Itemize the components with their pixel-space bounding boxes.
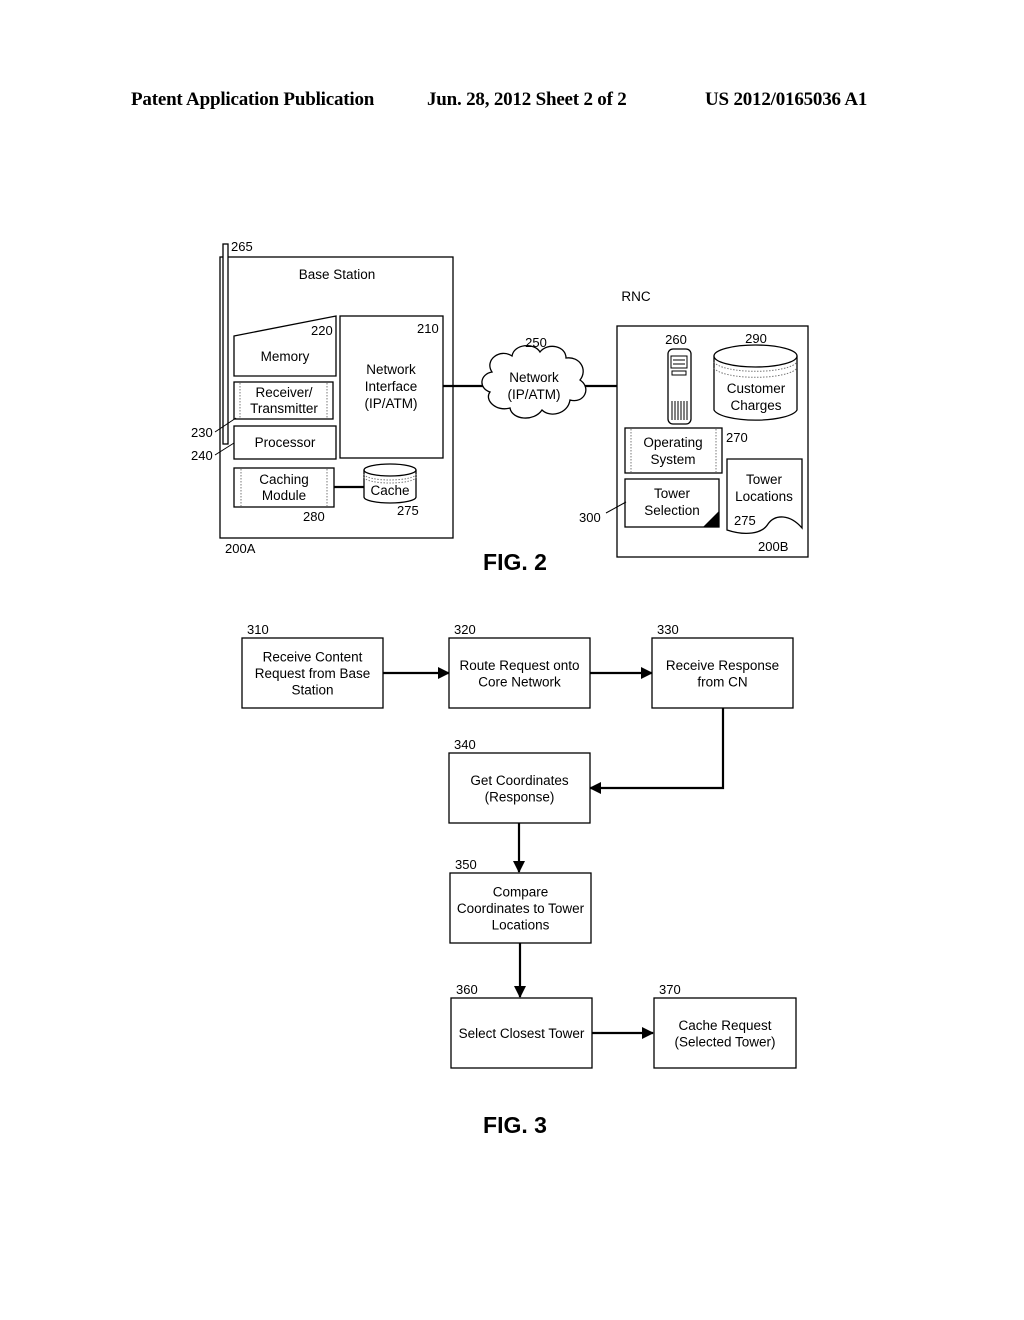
flow-step-360: 360 Select Closest Tower [450,982,593,1069]
flow-step-ref: 360 [456,982,478,997]
server-icon [667,348,692,425]
flow-step-label: Request from Base [255,666,371,681]
customer-charges-ref: 290 [745,331,767,346]
tower-locations-ref: 275 [734,513,756,528]
flow-step-label: Receive Content [263,650,363,665]
caching-module-label-1: Caching [259,472,309,487]
network-label-1: Network [509,370,559,385]
flow-step-label: Get Coordinates [470,773,569,788]
receiver-label-2: Transmitter [250,401,318,416]
flow-step-ref: 330 [657,622,679,637]
flow-step-label: Core Network [478,674,561,689]
flow-step-box [651,637,794,709]
network-interface-label-3: (IP/ATM) [365,396,418,411]
cache-label: Cache [370,483,409,498]
base-station-ref: 200A [225,541,256,556]
fig3-flowchart: 310 Receive ContentRequest from Base Stati… [241,622,797,1138]
flow-step-label: Compare [493,885,549,900]
arrow-330-340 [589,708,725,794]
flow-step-label: Cache Request [678,1018,771,1033]
flow-step-box [448,637,591,709]
flow-step-label: Locations [492,918,550,933]
flow-step-box [448,752,591,824]
flow-step-label: Select Closest Tower [459,1026,585,1041]
flow-step-label: from CN [697,674,747,689]
tower-selection-label-2: Selection [644,503,700,518]
server-ref: 260 [665,332,687,347]
antenna-icon [222,243,229,445]
cache-ref: 275 [397,503,419,518]
network-interface-label-1: Network [366,362,416,377]
base-station: Base Station 200A 265 220 Memory Receive… [191,239,454,556]
flow-step-ref: 320 [454,622,476,637]
rnc-title: RNC [621,289,650,304]
fig2-caption: FIG. 2 [483,549,547,575]
antenna-ref: 265 [231,239,253,254]
memory-ref: 220 [311,323,333,338]
fig2-diagram: Base Station 200A 265 220 Memory Receive… [191,239,809,575]
caching-module-label-2: Module [262,488,306,503]
flow-step-370: 370 Cache Request(Selected Tower) [653,982,797,1069]
flow-step-label: Station [291,683,333,698]
flow-step-330: 330 Receive Responsefrom CN [651,622,794,709]
fig3-caption: FIG. 3 [483,1112,547,1138]
network-interface-ref: 210 [417,321,439,336]
receiver-ref: 230 [191,425,213,440]
flow-step-340: 340 Get Coordinates(Response) [448,737,591,824]
flow-step-label: Coordinates to Tower [457,901,585,916]
rnc: RNC 200B 260 290 Customer Charges Operat… [579,289,809,558]
flow-step-label: Route Request onto [459,658,579,673]
flow-step-310: 310 Receive ContentRequest from Base Stati… [241,622,384,709]
operating-system-label-1: Operating [643,435,702,450]
flow-step-label: Receive Response [666,658,779,673]
tower-locations-label-1: Tower [746,472,783,487]
network-label-2: (IP/ATM) [508,387,561,402]
flow-step-ref: 310 [247,622,269,637]
flow-step-label: (Selected Tower) [674,1034,775,1049]
operating-system-ref: 270 [726,430,748,445]
flow-step-box [653,997,797,1069]
network-ref: 250 [525,335,547,350]
tower-selection-label-1: Tower [654,486,691,501]
operating-system-label-2: System [650,452,695,467]
processor-ref: 240 [191,448,213,463]
customer-charges-label-1: Customer [727,381,786,396]
patent-drawing: Base Station 200A 265 220 Memory Receive… [191,239,809,1138]
tower-locations-label-2: Locations [735,489,793,504]
memory-label: Memory [261,349,310,364]
base-station-title: Base Station [299,267,376,282]
caching-module-ref: 280 [303,509,325,524]
flow-step-350: 350 CompareCoordinates to Tower Locations [449,857,592,944]
flow-step-320: 320 Route Request ontoCore Network [448,622,591,709]
flow-step-ref: 370 [659,982,681,997]
flow-step-ref: 350 [455,857,477,872]
processor-label: Processor [255,435,316,450]
rnc-ref: 200B [758,539,788,554]
receiver-label-1: Receiver/ [255,385,312,400]
flow-step-ref: 340 [454,737,476,752]
tower-selection-ref: 300 [579,510,601,525]
flow-step-label: (Response) [485,789,555,804]
customer-charges-label-2: Charges [730,398,781,413]
network-interface-label-2: Interface [365,379,418,394]
